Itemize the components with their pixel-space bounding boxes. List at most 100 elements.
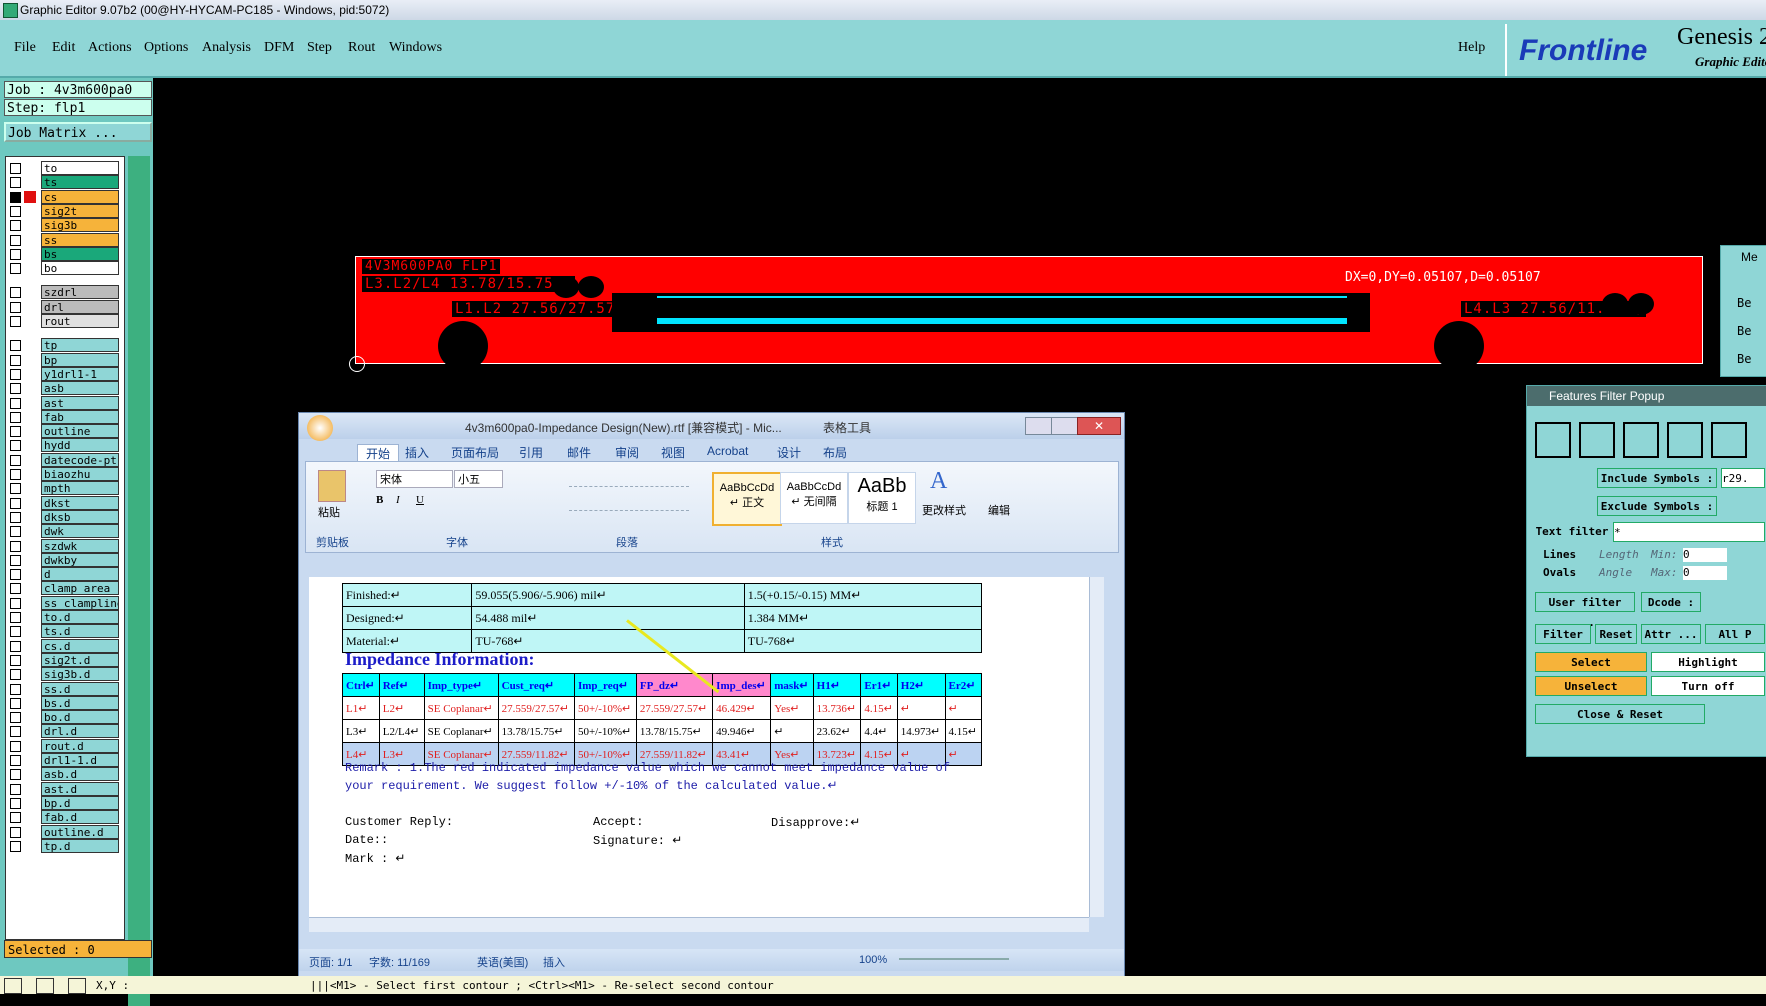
- turn-off-button[interactable]: Turn off: [1651, 676, 1765, 696]
- layer-checkbox[interactable]: [10, 469, 21, 480]
- underline-button[interactable]: U: [416, 494, 424, 506]
- layer-name[interactable]: drl.d: [41, 724, 119, 739]
- change-styles-icon[interactable]: A: [930, 468, 960, 494]
- layer-name[interactable]: dwkby: [41, 552, 119, 567]
- bold-button[interactable]: B: [376, 494, 383, 506]
- layer-name[interactable]: asb: [41, 381, 119, 396]
- layer-checkbox[interactable]: [10, 554, 21, 566]
- layer-checkbox[interactable]: [10, 454, 21, 466]
- layer-checkbox[interactable]: [10, 426, 21, 438]
- office-button[interactable]: [307, 415, 333, 441]
- tool-icon-2[interactable]: [36, 978, 54, 994]
- menu-options[interactable]: Options: [144, 40, 188, 56]
- style-normal[interactable]: AaBbCcDd ↵ 正文: [712, 472, 782, 526]
- layer-row[interactable]: datecode-pt: [6, 452, 124, 468]
- layer-checkbox[interactable]: [10, 316, 21, 327]
- layer-name[interactable]: szdwk: [41, 538, 119, 553]
- layer-checkbox[interactable]: [10, 626, 21, 638]
- layer-name[interactable]: drl1-1.d: [41, 753, 119, 767]
- layer-row[interactable]: ts.d: [6, 624, 124, 639]
- layer-name[interactable]: ss: [41, 232, 119, 247]
- layer-row[interactable]: asb: [6, 381, 124, 396]
- layer-checkbox[interactable]: [10, 583, 21, 595]
- font-name-select[interactable]: 宋体: [376, 470, 453, 488]
- layer-checkbox[interactable]: [10, 411, 21, 423]
- filter-toggle[interactable]: Filter: [1535, 624, 1591, 644]
- layer-row[interactable]: tp: [6, 338, 124, 353]
- layer-name[interactable]: clamp_area: [41, 581, 119, 596]
- minimize-button[interactable]: [1025, 417, 1053, 435]
- layer-name[interactable]: drl: [41, 299, 119, 314]
- layer-row[interactable]: sig2t.d: [6, 652, 124, 668]
- layer-name[interactable]: rout.d: [41, 738, 119, 753]
- layer-checkbox[interactable]: [10, 177, 21, 189]
- tool-icon-1[interactable]: [4, 978, 22, 994]
- include-symbols-input[interactable]: r29.: [1721, 468, 1765, 488]
- menu-step[interactable]: Step: [307, 40, 332, 56]
- layer-row[interactable]: rout: [6, 314, 124, 329]
- layer-checkbox[interactable]: [10, 397, 21, 409]
- all-p-button[interactable]: All P: [1705, 624, 1765, 644]
- layer-checkbox[interactable]: [10, 755, 21, 766]
- arc-shape-icon[interactable]: [1667, 422, 1703, 458]
- edit-label[interactable]: 编辑: [988, 502, 1010, 518]
- layer-name[interactable]: to: [41, 161, 119, 175]
- layer-row[interactable]: bp: [6, 352, 124, 368]
- layer-row[interactable]: sig3b.d: [6, 667, 124, 682]
- layer-checkbox[interactable]: [10, 683, 21, 695]
- layer-name[interactable]: ast: [41, 395, 119, 410]
- layer-row[interactable]: outline.d: [6, 824, 124, 840]
- layer-row[interactable]: szdrl: [6, 285, 124, 300]
- close-reset-button[interactable]: Close & Reset: [1535, 704, 1705, 724]
- menu-analysis[interactable]: Analysis: [202, 40, 251, 56]
- ribbon-tab[interactable]: 布局: [823, 444, 847, 461]
- layer-row[interactable]: ss.d: [6, 681, 124, 697]
- zoom-slider[interactable]: [899, 958, 1009, 960]
- layer-row[interactable]: fab: [6, 409, 124, 425]
- unselect-button[interactable]: Unselect: [1535, 676, 1647, 696]
- layer-checkbox[interactable]: [10, 220, 21, 232]
- layer-row[interactable]: ast.d: [6, 781, 124, 797]
- layer-checkbox[interactable]: [10, 697, 21, 709]
- layer-name[interactable]: cs.d: [41, 638, 119, 653]
- layer-row[interactable]: to: [6, 161, 124, 176]
- layer-row[interactable]: asb.d: [6, 767, 124, 782]
- layer-checkbox[interactable]: [10, 640, 21, 652]
- layer-name[interactable]: dwk: [41, 524, 119, 539]
- layer-checkbox[interactable]: [10, 783, 21, 795]
- layer-name[interactable]: datecode-pt: [41, 452, 119, 467]
- paste-label[interactable]: 粘贴: [318, 504, 340, 520]
- layer-name[interactable]: ss.d: [41, 681, 119, 696]
- layer-checkbox[interactable]: [10, 287, 21, 299]
- layer-row[interactable]: bo: [6, 261, 124, 276]
- layer-row[interactable]: ss_clampline: [6, 595, 124, 611]
- layer-checkbox[interactable]: [10, 368, 21, 380]
- layer-row[interactable]: bp.d: [6, 795, 124, 811]
- menu-dfm[interactable]: DFM: [264, 40, 294, 56]
- font-size-select[interactable]: 小五: [454, 470, 503, 488]
- layer-checkbox[interactable]: [10, 205, 21, 217]
- layer-checkbox[interactable]: [10, 263, 21, 275]
- layer-row[interactable]: drl: [6, 299, 124, 315]
- document-page[interactable]: Finished:↵ 59.055(5.906/-5.906) mil↵ 1.5(+…: [309, 577, 1089, 917]
- ribbon-tab[interactable]: Acrobat: [707, 444, 748, 458]
- ribbon-tab[interactable]: 引用: [519, 444, 543, 461]
- include-symbols-button[interactable]: Include Symbols :: [1597, 468, 1717, 488]
- ribbon-tab[interactable]: 审阅: [615, 444, 639, 461]
- close-icon[interactable]: ✕: [1077, 417, 1121, 435]
- layer-name[interactable]: ts: [41, 175, 119, 190]
- layer-checkbox[interactable]: [10, 540, 21, 552]
- layer-name[interactable]: bp.d: [41, 795, 119, 810]
- layer-name[interactable]: tp.d: [41, 838, 119, 853]
- layer-name[interactable]: hydd: [41, 438, 119, 453]
- layer-name[interactable]: bo: [41, 261, 119, 276]
- max-input[interactable]: 0: [1683, 566, 1727, 580]
- layer-checkbox[interactable]: [10, 301, 21, 313]
- menu-edit[interactable]: Edit: [52, 40, 75, 56]
- layer-row[interactable]: d: [6, 567, 124, 582]
- layer-checkbox[interactable]: [10, 612, 21, 623]
- ribbon-tab[interactable]: 视图: [661, 444, 685, 461]
- horizontal-scrollbar[interactable]: [309, 917, 1089, 932]
- layer-checkbox[interactable]: [10, 354, 21, 366]
- select-button[interactable]: Select: [1535, 652, 1647, 672]
